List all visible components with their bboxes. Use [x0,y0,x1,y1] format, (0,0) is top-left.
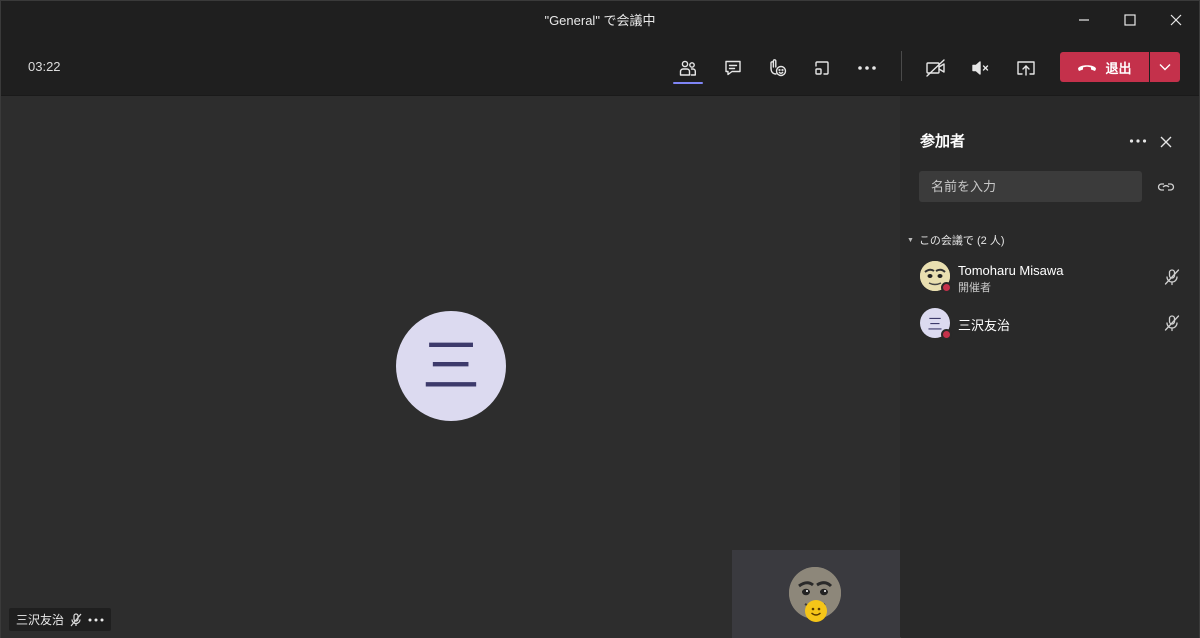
smiley-icon [805,600,827,622]
name-tag-label: 三沢友治 [16,613,65,627]
caret-down-icon: ▼ [907,236,914,244]
share-screen-icon [1017,61,1035,76]
breakout-icon [815,61,829,75]
hang-up-icon [1078,65,1097,71]
meeting-window: "General" で会議中 03:22 退出 三 三沢友治 参加者 名前を入力… [0,0,1200,638]
avatar-initial: 三 [927,314,943,333]
panel-more-button[interactable] [1126,132,1150,150]
status-badge [941,329,952,340]
self-video-preview[interactable] [732,550,900,638]
mic-muted-icon [70,612,82,626]
maximize-icon [1124,13,1136,26]
participants-panel: 参加者 ▼ この会議で (2 人) [901,96,1199,638]
leave-button[interactable]: 退出 [1060,52,1149,82]
more-icon [1129,139,1147,143]
participant-row[interactable]: 三 三沢友治 [901,308,1199,354]
link-icon [1157,183,1175,191]
close-icon [1160,136,1172,148]
leave-label: 退出 [1105,60,1132,76]
participant-name: 三沢友治 [958,318,1011,333]
mic-muted-icon [1164,269,1180,286]
panel-close-button[interactable] [1156,132,1176,152]
minimize-button[interactable] [1061,1,1107,38]
avatar-initial: 三 [421,332,480,400]
show-chat-button[interactable] [718,54,748,82]
close-icon [1170,14,1182,25]
participant-avatar [920,261,952,293]
minimize-icon [1079,18,1089,21]
toolbar-divider [901,51,902,81]
mute-toggle-button[interactable] [966,54,996,82]
more-icon[interactable] [88,617,104,623]
participant-name-tag[interactable]: 三沢友治 [9,608,112,631]
leave-options-dropdown[interactable] [1150,52,1180,82]
video-stage: 三 三沢友治 [1,96,900,638]
window-controls [1061,1,1199,38]
participant-row[interactable]: Tomoharu Misawa 開催者 [901,254,1199,300]
maximize-button[interactable] [1107,1,1153,38]
more-actions-button[interactable] [852,54,882,82]
camera-toggle-button[interactable] [921,54,951,82]
section-label-text: この会議で (2 人) [918,235,1005,247]
meeting-toolbar: 03:22 退出 [1,38,1199,96]
status-badge [941,282,952,293]
title-bar: "General" で会議中 [1,1,1199,38]
breakout-rooms-button[interactable] [807,54,837,82]
show-participants-button[interactable] [673,54,703,82]
smiley-face-glyph [811,607,821,616]
participant-role: 開催者 [958,282,991,294]
panel-title: 参加者 [920,133,966,150]
leave-group: 退出 [1060,52,1180,82]
mic-muted-icon [1164,315,1180,332]
participant-search-input[interactable] [919,171,1142,202]
speaker-muted-icon [972,61,989,75]
in-meeting-section-toggle[interactable]: ▼ この会議で (2 人) [907,232,1005,248]
participant-mic-status [1163,268,1181,286]
camera-off-icon [926,59,945,77]
share-screen-button[interactable] [1011,54,1041,82]
more-icon [858,66,876,70]
participant-avatar: 三 [920,308,952,340]
participants-icon [679,60,696,76]
participant-avatar: 三 [396,311,506,421]
share-invite-button[interactable] [1156,177,1176,197]
meeting-timer: 03:22 [28,59,61,74]
active-tab-indicator [673,82,703,84]
chevron-down-icon [1159,64,1171,71]
chat-icon [725,60,741,76]
participant-name: Tomoharu Misawa [958,263,1064,278]
raise-hand-button[interactable] [762,54,792,82]
raise-hand-icon [770,59,787,77]
close-window-button[interactable] [1153,1,1199,38]
window-title: "General" で会議中 [544,13,656,28]
participant-mic-status [1163,314,1181,332]
